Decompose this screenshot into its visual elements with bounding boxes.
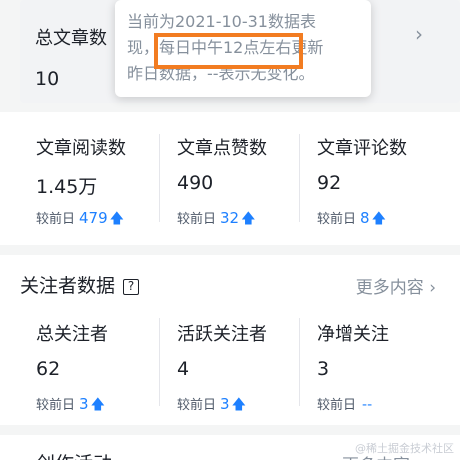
compare-label: 较前日 xyxy=(317,212,357,227)
highlight-box xyxy=(154,33,303,69)
up-arrow-icon: 🡅 xyxy=(241,211,256,227)
total-articles-value: 10 xyxy=(35,68,60,90)
stat-compare: 较前日 3 🡅 xyxy=(177,394,246,418)
compare-label: 较前日 xyxy=(36,212,76,227)
stat-label: 文章阅读数 xyxy=(36,138,126,159)
stat-compare: 较前日 479 🡅 xyxy=(36,208,124,232)
stat-value: 62 xyxy=(36,358,61,380)
stat-label: 文章点赞数 xyxy=(177,138,267,159)
chevron-right-icon[interactable]: › xyxy=(415,22,423,46)
article-stats-section: 文章阅读数 1.45万 较前日 479 🡅 文章点赞数 490 较前日 32 🡅 文章评… xyxy=(0,112,460,245)
compare-value: 32 xyxy=(220,209,240,227)
compare-value: 3 xyxy=(79,395,89,413)
compare-label: 较前日 xyxy=(317,398,357,413)
stat-label: 净增关注 xyxy=(317,324,389,345)
section-title: 关注者数据? xyxy=(20,271,140,298)
stat-compare: 较前日 -- xyxy=(317,394,372,413)
stat-value: 4 xyxy=(177,358,190,380)
help-icon[interactable]: ? xyxy=(123,279,140,295)
stat-value: 3 xyxy=(317,358,330,380)
stat-compare: 较前日 3 🡅 xyxy=(36,394,105,418)
compare-value: 479 xyxy=(79,209,108,227)
followers-title: 关注者数据 xyxy=(20,275,116,297)
up-arrow-icon: 🡅 xyxy=(90,397,105,413)
stat-value: 1.45万 xyxy=(36,176,98,198)
stat-label: 总关注者 xyxy=(36,324,108,345)
compare-label: 较前日 xyxy=(177,398,217,413)
tooltip-line-1: 当前为2021-10-31数据表 xyxy=(127,12,316,31)
stat-compare: 较前日 32 🡅 xyxy=(177,208,256,232)
divider xyxy=(299,134,300,222)
watermark: @稀土掘金技术社区 xyxy=(355,442,454,455)
divider xyxy=(299,318,300,406)
total-articles-label: 总文章数 xyxy=(35,28,107,49)
compare-value: 3 xyxy=(220,395,230,413)
compare-value: -- xyxy=(362,397,373,413)
stat-compare: 较前日 8 🡅 xyxy=(317,208,386,232)
up-arrow-icon: 🡅 xyxy=(109,211,125,227)
compare-label: 较前日 xyxy=(36,398,76,413)
up-arrow-icon: 🡅 xyxy=(371,211,386,227)
up-arrow-icon: 🡅 xyxy=(231,397,246,413)
stat-label: 活跃关注者 xyxy=(177,324,267,345)
divider xyxy=(159,318,160,406)
stat-value: 490 xyxy=(177,172,214,194)
divider xyxy=(159,134,160,222)
compare-value: 8 xyxy=(360,209,370,227)
compare-label: 较前日 xyxy=(177,212,217,227)
creation-title: 创作活动 xyxy=(36,449,112,460)
stat-value: 92 xyxy=(317,172,342,194)
stat-label: 文章评论数 xyxy=(317,138,407,159)
followers-section: 关注者数据? 更多内容 › 总关注者 62 较前日 3 🡅 活跃关注者 4 较前日 3… xyxy=(0,255,460,425)
more-content-link[interactable]: 更多内容 › xyxy=(356,273,436,298)
